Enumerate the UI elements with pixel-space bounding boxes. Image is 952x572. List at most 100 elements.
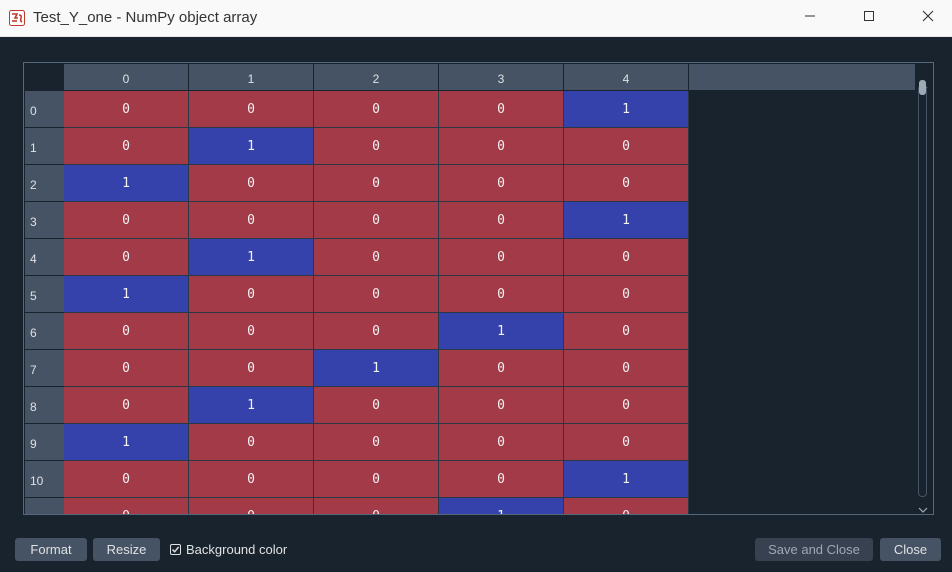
row-header[interactable]: 3 [25, 202, 64, 239]
table-cell[interactable]: 0 [64, 387, 189, 424]
spyder-icon [9, 10, 25, 26]
minimize-button[interactable] [787, 0, 833, 36]
table-cell[interactable]: 0 [189, 202, 314, 239]
table-cell[interactable]: 0 [314, 128, 439, 165]
table-cell[interactable]: 0 [64, 128, 189, 165]
column-header[interactable]: 0 [64, 64, 189, 90]
table-cell[interactable]: 0 [439, 424, 564, 461]
row-header[interactable]: 10 [25, 461, 64, 498]
table-cell[interactable]: 0 [64, 350, 189, 387]
table-cell[interactable]: 0 [564, 165, 689, 202]
table-cell[interactable]: 0 [314, 387, 439, 424]
table-cell[interactable]: 0 [439, 128, 564, 165]
table-cell[interactable]: 0 [314, 424, 439, 461]
table-cell[interactable]: 0 [314, 239, 439, 276]
table-cell[interactable]: 0 [314, 202, 439, 239]
table-cell[interactable]: 0 [564, 424, 689, 461]
table-cell[interactable]: 1 [189, 387, 314, 424]
resize-button[interactable]: Resize [93, 538, 160, 561]
scrollbar-thumb[interactable] [919, 80, 926, 95]
table-cell[interactable]: 0 [314, 498, 439, 514]
table-cell[interactable]: 0 [314, 165, 439, 202]
table-cell[interactable]: 0 [64, 498, 189, 514]
scrollbar-track[interactable] [918, 85, 927, 497]
column-header[interactable]: 3 [439, 64, 564, 90]
format-button[interactable]: Format [15, 538, 87, 561]
table-cell[interactable]: 0 [564, 239, 689, 276]
table-cell[interactable]: 0 [564, 313, 689, 350]
table-cell[interactable]: 0 [439, 276, 564, 313]
maximize-button[interactable] [846, 0, 892, 36]
background-color-toggle[interactable]: Background color [170, 541, 287, 558]
background-color-label: Background color [186, 542, 288, 557]
table-cell[interactable]: 0 [189, 165, 314, 202]
row-header[interactable]: 2 [25, 165, 64, 202]
title-bar: Test_Y_one - NumPy object array [0, 0, 952, 37]
table-cell[interactable]: 0 [64, 239, 189, 276]
close-button[interactable]: Close [880, 538, 941, 561]
table-cell[interactable]: 0 [314, 91, 439, 128]
row-header[interactable] [25, 498, 64, 514]
table-cell[interactable]: 0 [189, 424, 314, 461]
row-header[interactable]: 6 [25, 313, 64, 350]
table-corner[interactable] [24, 63, 64, 90]
column-header[interactable]: 4 [564, 64, 689, 90]
table-cell[interactable]: 1 [564, 91, 689, 128]
column-header[interactable]: 2 [314, 64, 439, 90]
table-cell[interactable]: 0 [439, 91, 564, 128]
table-cell[interactable]: 0 [64, 461, 189, 498]
row-header[interactable]: 5 [25, 276, 64, 313]
table-cell[interactable]: 0 [439, 350, 564, 387]
scroll-down-arrow-icon[interactable] [918, 501, 928, 513]
table-cell[interactable]: 0 [64, 202, 189, 239]
table-body: 0000101000100000000101000100000001000100… [64, 91, 689, 514]
table-cell[interactable]: 0 [564, 350, 689, 387]
table-cell[interactable]: 1 [189, 128, 314, 165]
background-color-checkbox[interactable] [170, 544, 181, 555]
table-cell[interactable]: 0 [314, 276, 439, 313]
table-cell[interactable]: 0 [64, 313, 189, 350]
table-cell[interactable]: 0 [189, 498, 314, 514]
column-header[interactable]: 1 [189, 64, 314, 90]
table-cell[interactable]: 0 [189, 350, 314, 387]
table-cell[interactable]: 0 [189, 276, 314, 313]
row-header[interactable]: 8 [25, 387, 64, 424]
table-cell[interactable]: 0 [64, 91, 189, 128]
row-header[interactable]: 9 [25, 424, 64, 461]
table-cell[interactable]: 0 [439, 202, 564, 239]
table-cell[interactable]: 0 [314, 313, 439, 350]
table-cell[interactable]: 0 [564, 498, 689, 514]
table-cell[interactable]: 1 [439, 498, 564, 514]
table-cell[interactable]: 0 [439, 165, 564, 202]
row-header[interactable]: 4 [25, 239, 64, 276]
table-cell[interactable]: 1 [64, 276, 189, 313]
table-cell[interactable]: 1 [314, 350, 439, 387]
table-cell[interactable]: 0 [439, 387, 564, 424]
table-cell[interactable]: 0 [564, 276, 689, 313]
table-cell[interactable]: 1 [64, 424, 189, 461]
table-cell[interactable]: 0 [189, 461, 314, 498]
table-cell[interactable]: 1 [64, 165, 189, 202]
table-cell[interactable]: 0 [189, 91, 314, 128]
row-header[interactable]: 7 [25, 350, 64, 387]
table-cell[interactable]: 0 [439, 461, 564, 498]
close-window-button[interactable] [905, 0, 951, 36]
save-and-close-button[interactable]: Save and Close [755, 538, 873, 561]
table-cell[interactable]: 1 [439, 313, 564, 350]
close-icon [922, 9, 934, 27]
table-cell[interactable]: 0 [189, 313, 314, 350]
minimize-icon [804, 9, 816, 27]
table-cell[interactable]: 1 [564, 202, 689, 239]
checkmark-icon [171, 546, 180, 553]
vertical-scrollbar[interactable] [915, 77, 931, 513]
table-cell[interactable]: 0 [314, 461, 439, 498]
table-cell[interactable]: 0 [564, 387, 689, 424]
table-cell[interactable]: 0 [564, 128, 689, 165]
table-cell[interactable]: 1 [189, 239, 314, 276]
row-header-bar: 0 1 2 3 4 5 6 7 8 9 10 [25, 91, 64, 514]
table-cell[interactable]: 1 [564, 461, 689, 498]
table-cell[interactable]: 0 [439, 239, 564, 276]
row-header[interactable]: 1 [25, 128, 64, 165]
row-header[interactable]: 0 [25, 91, 64, 128]
array-table: 01234 0 1 2 3 4 5 6 7 8 9 10 000010100010000000010… [23, 62, 934, 515]
